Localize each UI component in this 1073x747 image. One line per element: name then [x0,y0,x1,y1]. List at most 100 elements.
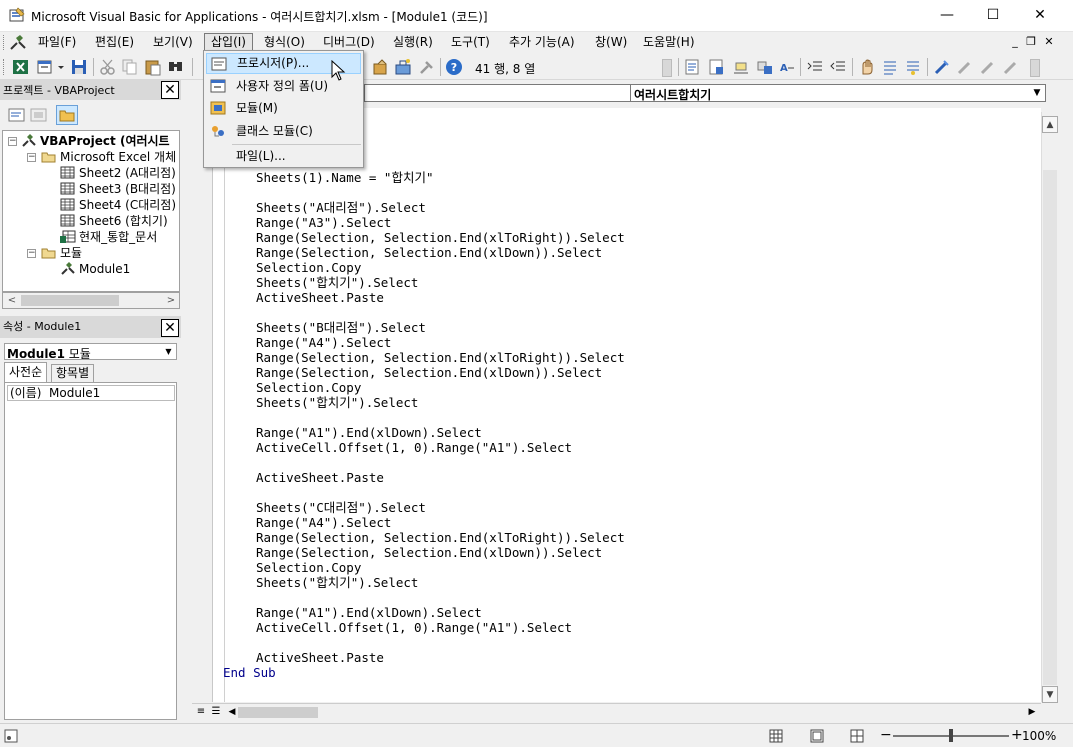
code-vscroll[interactable]: ▲ ▼ [1041,112,1058,703]
scroll-thumb[interactable] [1043,170,1057,685]
object-select[interactable]: Module1 모듈 ▼ [4,343,177,361]
code-line[interactable]: Selection.Copy [256,560,361,575]
code-line[interactable]: Range(Selection, Selection.End(xlDown)).… [256,365,602,380]
normal-view-icon[interactable] [769,729,783,743]
code-line[interactable]: Range("A1").End(xlDown).Select [256,605,482,620]
zoom-level[interactable]: 100% [1022,729,1056,743]
code-line[interactable]: Selection.Copy [256,380,361,395]
tree-item-sheet2[interactable]: Sheet2 (A대리점) [60,165,176,181]
code-line[interactable]: Selection.Copy [256,260,361,275]
expander-icon[interactable]: − [27,249,36,258]
tools-icon[interactable] [418,58,436,76]
toolbox-icon[interactable] [394,58,412,76]
code-line[interactable]: Sheets("합치기").Select [256,395,418,410]
toolbar-overflow-2[interactable] [1030,59,1040,77]
menu-file[interactable]: 파일(F) [32,33,82,52]
code-line[interactable]: Sheets("합치기").Select [256,275,418,290]
indent-icon[interactable] [806,58,824,76]
code-line[interactable]: Range(Selection, Selection.End(xlDown)).… [256,545,602,560]
page-layout-icon[interactable] [810,729,824,743]
zoom-out-button[interactable]: − [880,727,892,743]
toolbar-overflow[interactable] [662,59,672,77]
mdi-minimize-icon[interactable]: _ [1007,34,1023,50]
zoom-in-button[interactable]: + [1011,727,1023,743]
minimize-button[interactable]: — [924,0,970,31]
zoom-slider-thumb[interactable] [949,729,953,742]
code-line-end-sub[interactable]: End Sub [223,665,276,680]
project-hscroll[interactable]: < > [2,292,180,309]
tree-item-sheet4[interactable]: Sheet4 (C대리점) [60,197,176,213]
help-icon[interactable]: ? [445,58,463,76]
tree-item-vbaproject[interactable]: VBAProject (여러시트 [21,133,170,149]
toggle-breakpoint-icon[interactable] [858,58,876,76]
tab-categorized[interactable]: 항목별 [51,364,95,382]
menu-item-module[interactable]: 모듈(M) [206,98,361,119]
page-break-preview-icon[interactable] [850,729,864,743]
code-editor[interactable]: Sheets(1).Name = "합치기" Sheets("A대리점").Sel… [212,108,1041,702]
code-line[interactable]: Range("A4").Select [256,335,391,350]
project-close-icon[interactable]: ✕ [161,81,179,99]
menu-item-file[interactable]: 파일(L)... [206,146,361,167]
close-button[interactable]: ✕ [1017,0,1063,31]
tree-item-module1[interactable]: Module1 [60,261,130,277]
paste-icon[interactable] [144,58,162,76]
code-line[interactable]: ActiveSheet.Paste [256,650,384,665]
tree-item-sheet3[interactable]: Sheet3 (B대리점) [60,181,176,197]
code-line[interactable]: Range("A3").Select [256,215,391,230]
scroll-right-icon[interactable]: > [163,293,179,308]
code-line[interactable]: Range("A4").Select [256,515,391,530]
code-line[interactable]: Range(Selection, Selection.End(xlToRight… [256,350,625,365]
code-line[interactable]: ActiveSheet.Paste [256,290,384,305]
previous-bookmark-icon[interactable] [979,58,997,76]
procedure-combo[interactable]: 여러시트합치기 ▼ [630,84,1046,102]
menu-help[interactable]: 도움말(H) [637,33,701,52]
expander-icon[interactable]: − [8,137,17,146]
code-line[interactable]: ActiveCell.Offset(1, 0).Range("A1").Sele… [256,440,572,455]
code-line[interactable]: ActiveCell.Offset(1, 0).Range("A1").Sele… [256,620,572,635]
code-line[interactable]: Sheets("A대리점").Select [256,200,426,215]
view-object-icon[interactable] [30,107,48,123]
clear-bookmarks-icon[interactable] [1002,58,1020,76]
chevron-down-icon[interactable]: ▼ [1030,86,1044,100]
menu-edit[interactable]: 편집(E) [89,33,140,52]
chevron-down-icon[interactable]: ▼ [162,345,175,358]
macro-record-icon[interactable] [4,729,18,743]
toggle-folders-icon[interactable] [56,105,78,125]
project-tree[interactable]: − VBAProject (여러시트 − Microsoft Excel 개체 … [2,130,180,292]
code-line[interactable]: Sheets("B대리점").Select [256,320,426,335]
insert-dropdown-icon[interactable] [56,58,66,76]
complete-word-icon[interactable]: A [778,58,796,76]
list-constants-icon[interactable] [708,58,726,76]
vba-menu-icon[interactable] [9,34,27,51]
tab-alphabetic[interactable]: 사전순 [4,362,48,382]
code-margin[interactable] [213,108,225,702]
code-line[interactable]: Sheets("합치기").Select [256,575,418,590]
menu-tools[interactable]: 도구(T) [445,33,496,52]
tree-item-excel-objects[interactable]: Microsoft Excel 개체 [41,149,176,165]
list-properties-icon[interactable] [684,58,702,76]
object-browser-icon[interactable] [372,58,390,76]
uncomment-block-icon[interactable] [904,58,922,76]
code-line[interactable]: Sheets("C대리점").Select [256,500,426,515]
menu-view[interactable]: 보기(V) [147,33,199,52]
code-line[interactable]: ActiveSheet.Paste [256,470,384,485]
insert-userform-icon[interactable] [36,58,54,76]
parameter-info-icon[interactable] [756,58,774,76]
menu-item-class-module[interactable]: 클래스 모듈(C) [206,121,361,142]
code-line[interactable]: Range(Selection, Selection.End(xlDown)).… [256,245,602,260]
view-code-icon[interactable] [8,107,26,123]
code-line[interactable]: Range(Selection, Selection.End(xlToRight… [256,230,625,245]
tree-item-sheet6[interactable]: Sheet6 (합치기) [60,213,168,229]
tree-item-modules[interactable]: 모듈 [41,245,82,261]
property-row[interactable]: (이름) Module1 [7,385,175,401]
code-line[interactable]: Range("A1").End(xlDown).Select [256,425,482,440]
code-hscroll[interactable]: ≡ ☰ ◀ ▶ [192,703,1041,720]
scroll-up-icon[interactable]: ▲ [1042,116,1058,133]
copy-icon[interactable] [121,58,139,76]
property-value[interactable]: Module1 [49,386,100,400]
code-line[interactable]: Range(Selection, Selection.End(xlToRight… [256,530,625,545]
properties-close-icon[interactable]: ✕ [161,319,179,337]
procedure-view-icon[interactable]: ≡ [194,705,208,719]
scroll-down-icon[interactable]: ▼ [1042,686,1058,703]
expander-icon[interactable]: − [27,153,36,162]
